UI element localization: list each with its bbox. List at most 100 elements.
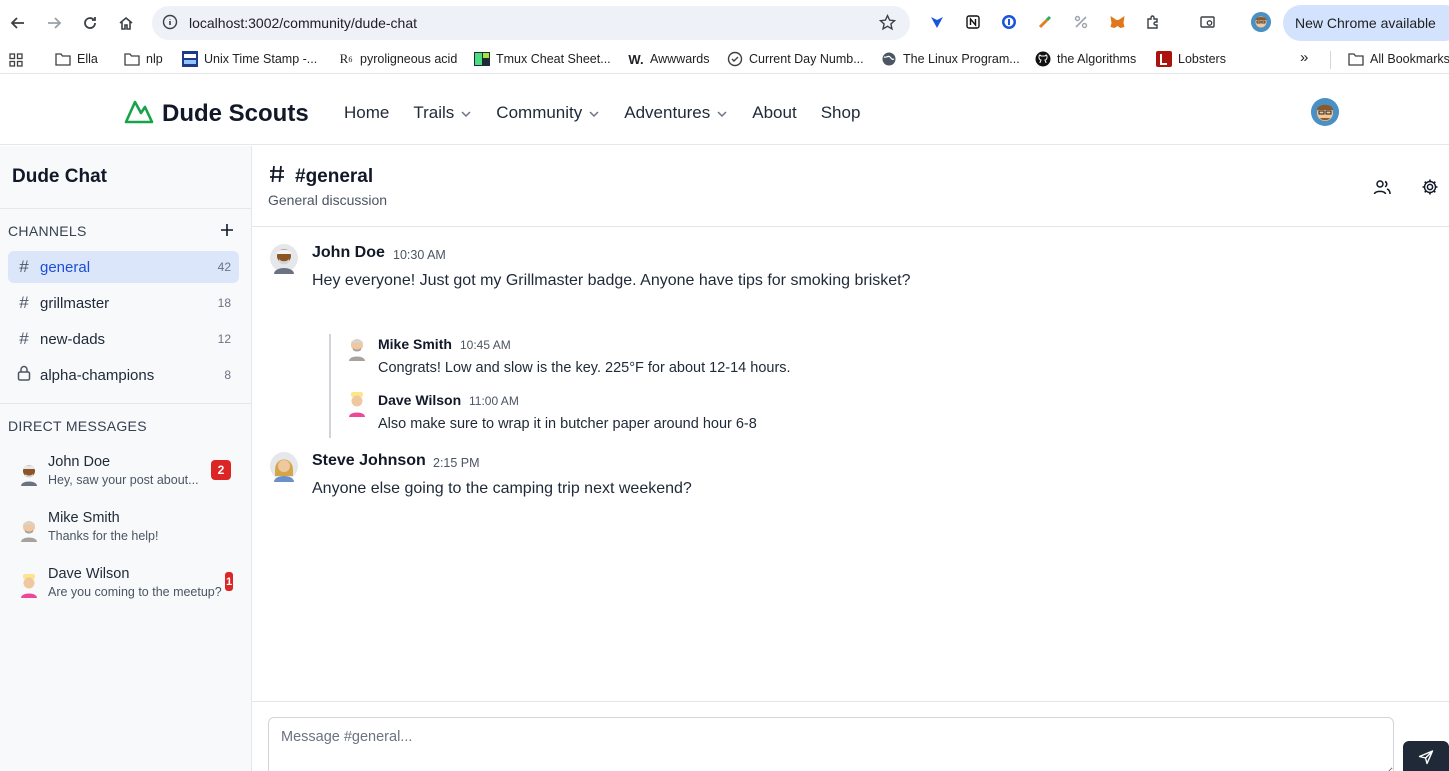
hash-icon <box>269 165 285 189</box>
channel-header: #general General discussion <box>252 146 1449 227</box>
bookmark-lobsters[interactable]: Lobsters <box>1156 51 1226 67</box>
user-avatar[interactable] <box>1311 98 1339 126</box>
avatar <box>270 452 298 484</box>
tmux-favicon-icon <box>474 51 490 67</box>
bookmark-label: Unix Time Stamp -... <box>204 52 318 66</box>
message-text: Anyone else going to the camping trip ne… <box>312 480 692 497</box>
dm-john-doe[interactable]: John Doe Hey, saw your post about... 2 <box>8 452 239 500</box>
avatar <box>18 462 40 486</box>
home-icon[interactable] <box>115 12 137 34</box>
hash-icon: # <box>19 329 29 348</box>
nav-adventures[interactable]: Adventures <box>624 103 728 123</box>
bookmark-nlp[interactable]: nlp <box>124 51 163 67</box>
reply-author[interactable]: Dave Wilson <box>378 392 461 408</box>
channel-description: General discussion <box>268 192 388 208</box>
extension-percent-icon[interactable] <box>1072 13 1090 31</box>
folder-icon <box>55 51 71 67</box>
chevron-down-icon <box>460 103 472 123</box>
channel-general[interactable]: # general 42 <box>8 251 239 283</box>
nav-community[interactable]: Community <box>496 103 600 123</box>
nav-trails[interactable]: Trails <box>413 103 472 123</box>
message-author[interactable]: John Doe <box>312 244 385 262</box>
bookmark-star-icon[interactable] <box>878 13 897 36</box>
brand-logo[interactable]: Dude Scouts <box>124 98 309 129</box>
thread-line <box>329 334 331 438</box>
back-icon[interactable] <box>7 12 29 34</box>
extensions-puzzle-icon[interactable] <box>1144 13 1162 31</box>
avatar <box>346 336 368 362</box>
divider <box>0 403 251 404</box>
members-icon[interactable] <box>1373 178 1391 196</box>
chevron-down-icon <box>716 103 728 123</box>
bookmark-label: the Algorithms <box>1057 52 1137 66</box>
bookmark-awwwards[interactable]: W. Awwwards <box>628 51 709 67</box>
dm-name: Mike Smith <box>48 510 120 526</box>
message-text: Hey everyone! Just got my Grillmaster ba… <box>312 272 911 289</box>
chevron-down-icon <box>588 103 600 123</box>
bookmark-label: Tmux Cheat Sheet... <box>496 52 611 66</box>
dm-dave-wilson[interactable]: Dave Wilson Are you coming to the meetup… <box>8 564 239 612</box>
bookmark-ella[interactable]: Ella <box>55 51 98 67</box>
bookmarks-overflow-button[interactable]: » <box>1300 49 1308 66</box>
apps-grid-icon[interactable] <box>8 52 24 68</box>
site-header: Dude Scouts Home Trails Community Advent… <box>0 81 1449 145</box>
channel-name: alpha-champions <box>40 366 155 384</box>
extension-color-picker-icon[interactable] <box>1036 13 1054 31</box>
gear-icon[interactable] <box>1421 178 1439 196</box>
unread-badge: 1 <box>225 572 233 591</box>
nav-about[interactable]: About <box>752 103 796 123</box>
unread-badge: 2 <box>211 460 231 480</box>
browser-toolbar: localhost:3002/community/dude-chat New C… <box>0 0 1449 46</box>
forward-icon[interactable] <box>43 12 65 34</box>
channel-name: grillmaster <box>40 294 110 312</box>
bookmark-unix-time[interactable]: Unix Time Stamp -... <box>182 51 317 67</box>
extension-1password-icon[interactable] <box>1000 13 1018 31</box>
dm-preview: Hey, saw your post about... <box>48 473 199 487</box>
dm-mike-smith[interactable]: Mike Smith Thanks for the help! <box>8 508 239 556</box>
bookmark-pyroligneous[interactable]: R6 pyroligneous acid <box>338 51 458 67</box>
channel-title-text: #general <box>295 166 374 187</box>
nav-label: Shop <box>820 103 861 122</box>
nav-label: Home <box>344 103 390 122</box>
nav-home[interactable]: Home <box>344 103 389 123</box>
extension-notion-icon[interactable] <box>964 13 982 31</box>
tab-search-icon[interactable] <box>1198 13 1216 31</box>
github-favicon-icon <box>1035 51 1051 67</box>
reload-icon[interactable] <box>79 12 101 34</box>
brand-name: Dude Scouts <box>162 99 309 127</box>
channel-grillmaster[interactable]: # grillmaster 18 <box>8 287 239 319</box>
url-text: localhost:3002/community/dude-chat <box>189 15 418 31</box>
awwwards-favicon-icon: W. <box>628 51 644 67</box>
hash-icon: # <box>19 257 29 276</box>
sidebar-title: Dude Chat <box>12 166 107 187</box>
avatar <box>346 392 368 418</box>
nav-label: Adventures <box>624 103 711 122</box>
bookmark-tmux[interactable]: Tmux Cheat Sheet... <box>474 51 611 67</box>
avatar <box>18 574 40 598</box>
reply-author[interactable]: Mike Smith <box>378 336 452 352</box>
channel-count: 42 <box>217 260 231 274</box>
all-bookmarks-button[interactable]: All Bookmarks <box>1348 51 1449 67</box>
update-chrome-button[interactable]: New Chrome available <box>1283 5 1449 41</box>
channel-alpha-champions[interactable]: alpha-champions 8 <box>8 359 239 391</box>
dm-preview: Are you coming to the meetup? <box>48 585 222 599</box>
extension-metamask-icon[interactable] <box>1108 13 1126 31</box>
channel-new-dads[interactable]: # new-dads 12 <box>8 323 239 355</box>
send-button[interactable] <box>1403 741 1449 771</box>
lock-icon <box>16 365 32 386</box>
profile-avatar-icon[interactable] <box>1251 12 1271 32</box>
message-time: 10:30 AM <box>393 248 446 262</box>
extension-vpn-icon[interactable] <box>928 13 946 31</box>
bookmark-linux-program[interactable]: The Linux Program... <box>881 51 1020 67</box>
bookmark-algorithms[interactable]: the Algorithms <box>1035 51 1136 67</box>
address-bar[interactable]: localhost:3002/community/dude-chat <box>152 6 910 40</box>
bookmark-label: pyroligneous acid <box>360 52 458 66</box>
bookmark-current-day[interactable]: Current Day Numb... <box>727 51 864 67</box>
dm-preview: Thanks for the help! <box>48 529 159 543</box>
message-author[interactable]: Steve Johnson <box>312 452 426 470</box>
add-channel-icon[interactable] <box>220 223 234 237</box>
direct-messages-heading: DIRECT MESSAGES <box>8 418 147 434</box>
message-input[interactable] <box>268 717 1394 771</box>
nav-shop[interactable]: Shop <box>821 103 861 123</box>
site-info-icon[interactable] <box>162 14 178 35</box>
